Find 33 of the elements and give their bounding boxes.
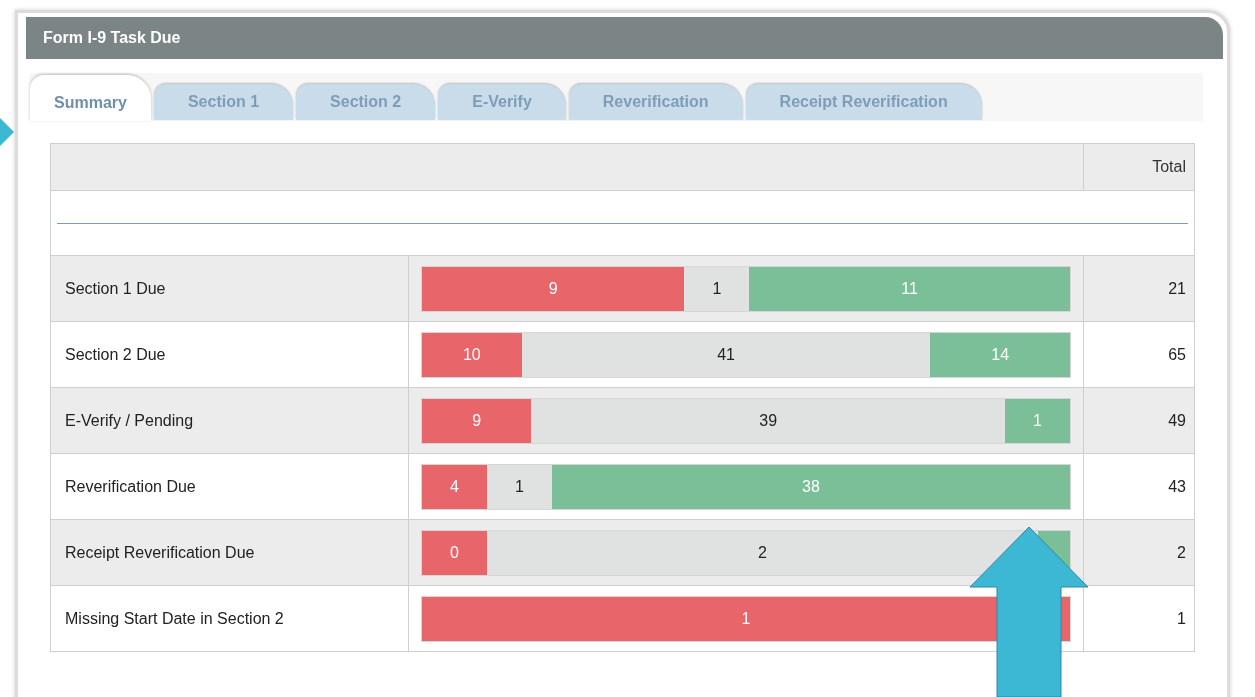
pending-segment: 1 [487,464,552,509]
total-cell: 65 [1083,321,1195,388]
row-label: Section 1 Due [50,255,409,322]
row-label: Receipt Reverification Due [50,519,409,586]
overdue-segment: 9 [422,266,685,311]
row-label: E-Verify / Pending [50,387,409,454]
ontime-segment: 14 [930,332,1070,377]
overdue-segment: 1 [422,596,1070,641]
ontime-segment: 38 [552,464,1070,509]
ontime-segment: 1 [1005,398,1070,443]
column-header: Total [1083,143,1195,191]
tab[interactable]: Section 2 [296,84,436,120]
tab[interactable]: E-Verify [438,84,566,120]
pending-segment: 41 [521,332,931,377]
overdue-segment: 0 [422,530,487,575]
arrow-drawing [0,118,14,146]
pending-segment: 39 [531,398,1005,443]
tab[interactable]: Receipt Reverification [745,84,982,120]
row-label: Missing Start Date in Section 2 [50,585,409,652]
total-cell: 49 [1083,387,1195,454]
total-cell: 43 [1083,453,1195,520]
overdue-segment: 10 [422,332,522,377]
tab[interactable]: Summary [30,75,151,121]
overdue-segment: 4 [422,464,487,509]
tab[interactable]: Reverification [568,84,743,120]
total-cell: 21 [1083,255,1195,322]
row-label: Section 2 Due [50,321,409,388]
panel-title: Form I-9 Task Due [43,28,181,48]
pending-segment: 1 [684,266,750,311]
overdue-segment: 9 [422,398,532,443]
ontime-segment: 11 [749,266,1070,311]
row-label: Reverification Due [50,453,409,520]
tab[interactable]: Section 1 [153,84,294,120]
